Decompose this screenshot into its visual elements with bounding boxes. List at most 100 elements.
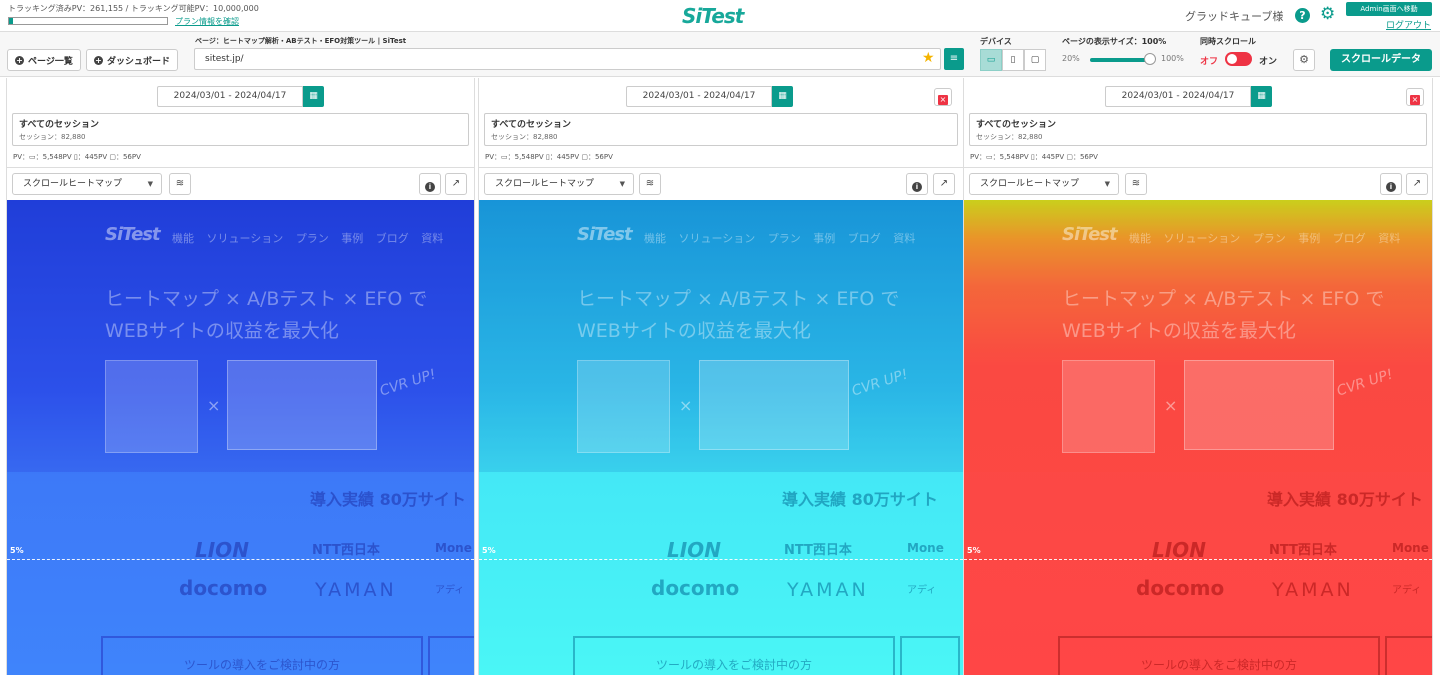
device-smartphone-button[interactable]: ▯	[1002, 49, 1024, 71]
hero-headline-1: ヒートマップ × A/Bテスト × EFO で	[577, 288, 900, 310]
heatmap-viewport[interactable]: SiTest 機能 ソリューション プラン 事例 ブログ 資料 ヒートマップ ×…	[964, 200, 1432, 675]
achievement-text: 導入実績 80万サイト	[1267, 490, 1423, 509]
external-link-icon: ↗	[1412, 178, 1422, 189]
ntt-logo: NTT西日本	[784, 543, 852, 558]
sync-off-label: オフ	[1200, 57, 1219, 67]
scroll-percent-label: 5%	[482, 546, 496, 555]
segment-sessions: セッション：82,880	[19, 133, 86, 141]
sync-scroll-toggle-knob[interactable]	[1227, 54, 1237, 64]
close-panel-button[interactable]: ×	[934, 88, 952, 106]
scroll-percent-line	[479, 559, 963, 560]
date-range-input[interactable]: 2024/03/01 - 2024/04/17	[626, 86, 772, 107]
scroll-data-button[interactable]: スクロールデータ	[1330, 49, 1432, 71]
calendar-icon[interactable]: ▦	[1251, 86, 1272, 107]
money-logo: Mone	[1392, 541, 1429, 555]
date-range-input[interactable]: 2024/03/01 - 2024/04/17	[157, 86, 303, 107]
divider	[964, 167, 1432, 168]
plus-circle-icon: +	[15, 55, 24, 65]
open-external-button[interactable]: ↗	[933, 173, 955, 195]
page-title-label: ページ：ヒートマップ解析・ABテスト・EFO対策ツール | SiTest	[195, 37, 407, 45]
hero-headline-2: WEBサイトの収益を最大化	[577, 320, 811, 342]
info-icon: i	[1386, 182, 1396, 192]
date-range-picker[interactable]: 2024/03/01 - 2024/04/17 ▦	[1105, 86, 1272, 107]
info-icon: i	[912, 182, 922, 192]
heatmap-type-value: スクロールヒートマップ	[495, 179, 595, 189]
segment-box[interactable]: すべてのセッション セッション：82,880	[12, 113, 469, 146]
cta-button: ツールの導入をご検討中の方	[1058, 636, 1380, 675]
heatmap-type-select[interactable]: スクロールヒートマップ ▼	[484, 173, 634, 195]
site-nav: 機能 ソリューション プラン 事例 ブログ 資料	[172, 232, 444, 245]
date-range-picker[interactable]: 2024/03/01 - 2024/04/17 ▦	[157, 86, 324, 107]
dashboard-button[interactable]: + ダッシュボード	[86, 49, 178, 71]
site-preview: SiTest 機能 ソリューション プラン 事例 ブログ 資料 ヒートマップ ×…	[964, 200, 1432, 675]
layers-button[interactable]: ≋	[1125, 173, 1147, 195]
panel-settings-button[interactable]: ⚙	[1293, 49, 1315, 71]
ab-test-screenshot-image	[227, 360, 377, 450]
date-range-picker[interactable]: 2024/03/01 - 2024/04/17 ▦	[626, 86, 793, 107]
times-symbol: ×	[679, 396, 693, 415]
info-button[interactable]: i	[906, 173, 928, 195]
site-preview: SiTest 機能 ソリューション プラン 事例 ブログ 資料 ヒートマップ ×…	[7, 200, 474, 675]
page-list-label: ページ一覧	[28, 56, 73, 67]
cvr-up-text: CVR UP!	[849, 366, 910, 400]
achievement-text: 導入実績 80万サイト	[310, 490, 466, 509]
sync-on-label: オン	[1259, 57, 1278, 67]
yaman-logo: YAMAN	[315, 579, 397, 601]
tracking-pv-text: トラッキング済みPV：261,155 / トラッキング可能PV：10,000,0…	[8, 4, 259, 13]
cvr-up-text: CVR UP!	[377, 366, 438, 400]
cvr-up-text: CVR UP!	[1334, 366, 1395, 400]
close-panel-button[interactable]: ×	[1406, 88, 1424, 106]
plan-info-link[interactable]: プラン情報を確認	[175, 16, 239, 27]
device-pc-button[interactable]: ▭	[980, 49, 1002, 71]
heatmap-screenshot-image	[577, 360, 670, 453]
pv-breakdown: PV：▭：5,548PV ▯：445PV ▢：56PV	[970, 153, 1098, 161]
site-logo: SiTest	[577, 224, 633, 245]
layers-button[interactable]: ≋	[169, 173, 191, 195]
layers-button[interactable]: ≋	[639, 173, 661, 195]
help-icon[interactable]: ?	[1295, 8, 1310, 23]
ntt-logo: NTT西日本	[1269, 543, 1337, 558]
sitest-logo[interactable]: SiTest	[682, 4, 744, 28]
heatmap-viewport[interactable]: SiTest 機能 ソリューション プラン 事例 ブログ 資料 ヒートマップ ×…	[7, 200, 474, 675]
heatmap-type-select[interactable]: スクロールヒートマップ ▼	[969, 173, 1119, 195]
cta-button-2	[1385, 636, 1432, 675]
tracking-progress-fill	[9, 18, 14, 24]
segment-box[interactable]: すべてのセッション セッション：82,880	[484, 113, 958, 146]
heatmap-type-select[interactable]: スクロールヒートマップ ▼	[12, 173, 162, 195]
calendar-icon[interactable]: ▦	[772, 86, 793, 107]
segment-title: すべてのセッション	[19, 120, 100, 130]
external-link-icon: ↗	[451, 178, 461, 189]
open-external-button[interactable]: ↗	[445, 173, 467, 195]
chevron-down-icon: ▼	[147, 180, 153, 188]
admin-button[interactable]: Admin画面へ移動	[1346, 2, 1432, 16]
layers-icon: ≋	[645, 178, 655, 189]
page-size-slider-handle[interactable]	[1144, 53, 1156, 65]
open-external-button[interactable]: ↗	[1406, 173, 1428, 195]
dashboard-label: ダッシュボード	[106, 56, 170, 67]
yaman-logo: YAMAN	[787, 579, 869, 601]
date-range-input[interactable]: 2024/03/01 - 2024/04/17	[1105, 86, 1251, 107]
misc-logo: アディ	[907, 585, 937, 596]
heatmap-type-value: スクロールヒートマップ	[23, 179, 123, 189]
money-logo: Mone	[907, 541, 944, 555]
hero-headline-1: ヒートマップ × A/Bテスト × EFO で	[105, 288, 428, 310]
segment-title: すべてのセッション	[976, 120, 1057, 130]
layers-icon: ≋	[1131, 178, 1141, 189]
calendar-icon[interactable]: ▦	[303, 86, 324, 107]
segment-box[interactable]: すべてのセッション セッション：82,880	[969, 113, 1427, 146]
user-name: グラッドキューブ様	[1185, 10, 1284, 23]
settings-gear-icon[interactable]: ⚙	[1320, 6, 1335, 23]
page-list-button[interactable]: + ページ一覧	[7, 49, 81, 71]
external-link-icon: ↗	[939, 178, 949, 189]
segment-sessions: セッション：82,880	[491, 133, 558, 141]
gear-icon: ⚙	[1299, 53, 1309, 66]
device-tablet-button[interactable]: ▢	[1024, 49, 1046, 71]
star-icon[interactable]: ★	[922, 50, 935, 66]
url-input[interactable]: sitest.jp/	[194, 48, 941, 70]
heatmap-viewport[interactable]: SiTest 機能 ソリューション プラン 事例 ブログ 資料 ヒートマップ ×…	[479, 200, 963, 675]
logout-link[interactable]: ログアウト	[1386, 18, 1431, 31]
info-button[interactable]: i	[419, 173, 441, 195]
device-selector: ▭ ▯ ▢	[980, 49, 1046, 71]
info-button[interactable]: i	[1380, 173, 1402, 195]
document-button[interactable]: ≡	[944, 48, 964, 70]
